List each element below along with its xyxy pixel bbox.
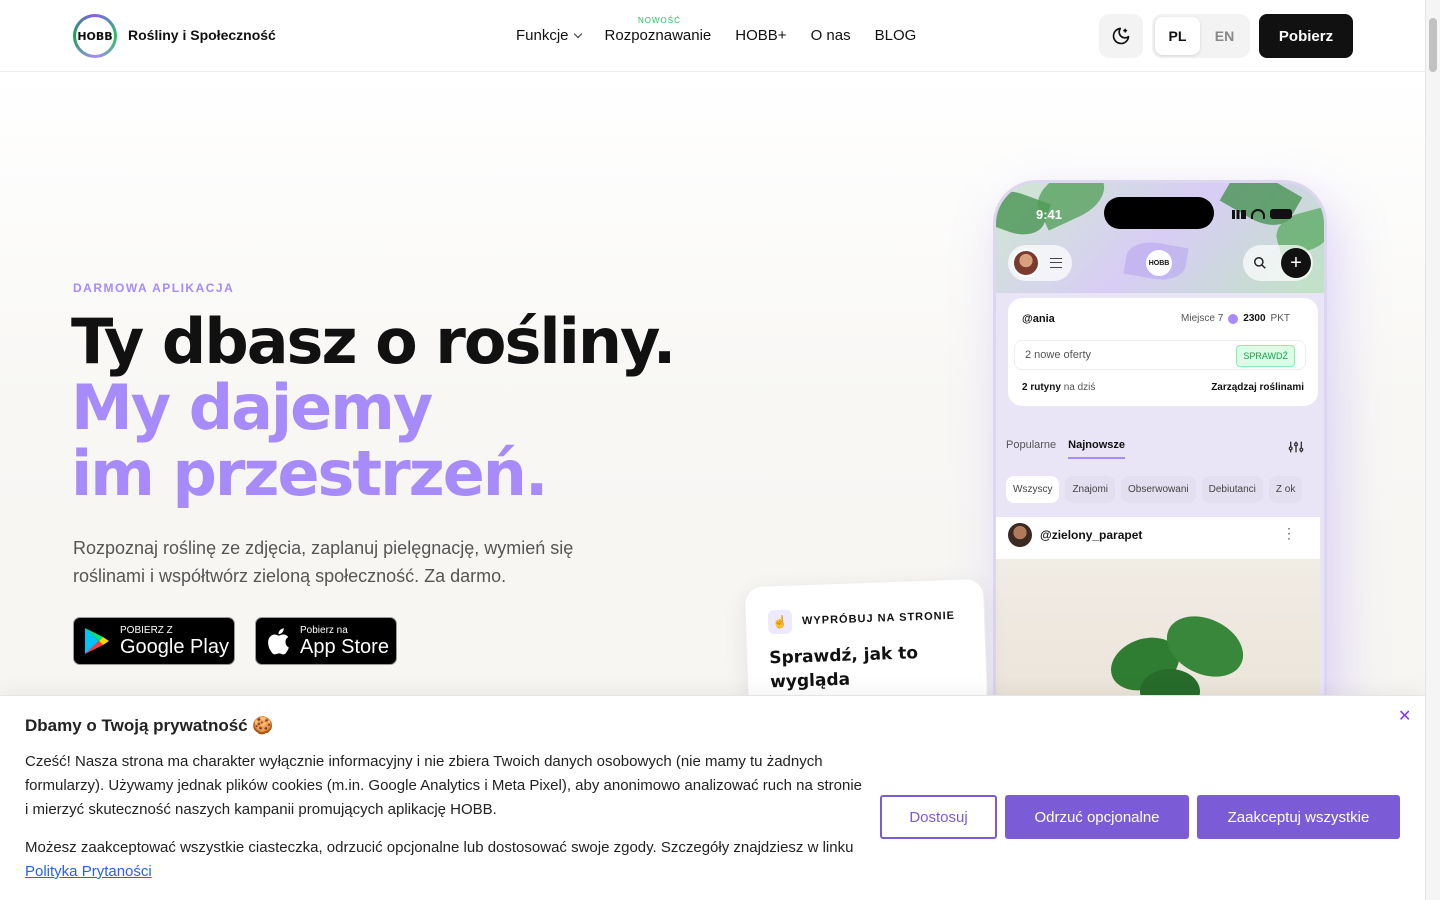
wifi-icon <box>1251 209 1265 219</box>
app-store-small: Pobierz na <box>300 624 348 636</box>
app-topbar: HOBB + <box>1008 245 1313 281</box>
pointer-icon: ☝ <box>767 609 793 635</box>
menu-item-features-label: Funkcje <box>516 27 569 44</box>
chip-newcomers[interactable]: Debiutanci <box>1201 476 1263 503</box>
card-username: @ania <box>1022 313 1055 325</box>
lang-en-button[interactable]: EN <box>1202 17 1247 55</box>
tab-newest[interactable]: Najnowsze <box>1068 439 1126 459</box>
routines-count: 2 rutyny <box>1022 382 1061 393</box>
scrollbar[interactable] <box>1425 0 1440 900</box>
avatar <box>1012 249 1040 277</box>
cookie-banner: Dbamy o Twoją prywatność 🍪 ✕ Cześć! Nasz… <box>0 695 1425 900</box>
hero-lead: Rozpoznaj roślinę ze zdjęcia, zaplanuj p… <box>73 538 574 586</box>
avatar <box>1008 523 1032 547</box>
search-icon[interactable] <box>1253 256 1267 270</box>
more-options-icon[interactable]: ⋮ <box>1282 525 1296 542</box>
google-play-button[interactable]: POBIERZ Z Google Play <box>73 617 235 665</box>
theme-toggle-button[interactable] <box>1099 14 1143 58</box>
app-store-big: App Store <box>300 635 389 658</box>
hero-eyebrow: DARMOWA APLIKACJA <box>73 281 235 295</box>
accept-all-button[interactable]: Zaakceptuj wszystkie <box>1197 795 1400 839</box>
filter-chips: Wszyscy Znajomi Obserwowani Debiutanci Z… <box>1006 476 1303 503</box>
add-button[interactable]: + <box>1281 248 1311 278</box>
points-unit: PKT <box>1270 313 1290 324</box>
reject-optional-button[interactable]: Odrzuć opcjonalne <box>1005 795 1189 839</box>
filter-icon[interactable] <box>1288 439 1304 455</box>
offers-label: 2 nowe oferty <box>1025 349 1092 361</box>
chevron-down-icon <box>573 29 582 39</box>
chip-followed[interactable]: Obserwowani <box>1121 476 1196 503</box>
rank-label: Miejsce 7 <box>1181 313 1224 324</box>
menu-item-blog[interactable]: BLOG <box>875 27 917 44</box>
logo[interactable]: HOBB <box>73 14 117 58</box>
google-play-small: POBIERZ Z <box>120 624 173 636</box>
hero-title-line1: Ty dbasz o rośliny. <box>71 305 676 378</box>
routines-label: 2 rutyny na dziś <box>1022 382 1095 393</box>
phone-mockup: 9:41 HOBB + @ania Miejsce 7 2300 PKT 2 n… <box>993 180 1327 740</box>
navbar: HOBB Rośliny i Społeczność NOWOŚĆ Funkcj… <box>0 0 1425 72</box>
cookie-text-2-body: Możesz zaakceptować wszystkie ciasteczka… <box>25 839 854 856</box>
signal-icon <box>1232 209 1246 219</box>
privacy-policy-link[interactable]: Polityka Prytaności <box>25 863 152 880</box>
post-username[interactable]: @zielony_parapet <box>1040 528 1142 542</box>
feed-tabs: Popularne Najnowsze <box>1006 439 1126 459</box>
hamburger-icon <box>1050 258 1062 268</box>
check-offers-button[interactable]: SPRAWDŹ <box>1236 345 1295 367</box>
try-title: Sprawdź, jak to wygląda <box>768 643 919 693</box>
app-logo: HOBB <box>1144 248 1174 278</box>
battery-icon <box>1270 209 1292 219</box>
customize-button[interactable]: Dostosuj <box>880 795 997 839</box>
logo-text: HOBB <box>76 17 114 55</box>
google-play-icon <box>85 628 109 654</box>
google-play-big: Google Play <box>120 635 229 658</box>
hero-title: Ty dbasz o rośliny. My dajemy im przestr… <box>71 305 676 510</box>
chip-friends[interactable]: Znajomi <box>1065 476 1116 503</box>
user-summary-card: @ania Miejsce 7 2300 PKT 2 nowe oferty S… <box>1008 298 1318 406</box>
hero-title-line2: My dajemy <box>71 371 433 444</box>
new-badge: NOWOŚĆ <box>638 16 681 25</box>
app-store-button[interactable]: Pobierz na App Store <box>255 617 397 665</box>
points-value: 2300 <box>1243 313 1266 324</box>
search-plus-group: + <box>1243 245 1313 281</box>
menu-item-about[interactable]: O nas <box>811 27 851 44</box>
routines-suffix: na dziś <box>1063 382 1096 393</box>
cookie-text-1: Cześć! Nasza strona ma charakter wyłączn… <box>25 753 863 818</box>
chip-all[interactable]: Wszyscy <box>1006 476 1060 503</box>
cookie-title: Dbamy o Twoją prywatność 🍪 <box>25 716 274 735</box>
points-icon <box>1228 313 1239 324</box>
hero-title-line3: im przestrzeń. <box>71 437 548 510</box>
try-label: WYPRÓBUJ NA STRONIE <box>801 609 956 628</box>
rank-points: Miejsce 7 2300 PKT <box>1181 313 1290 324</box>
apple-icon <box>268 628 289 655</box>
offers-row[interactable]: 2 nowe oferty SPRAWDŹ <box>1014 340 1306 370</box>
download-button[interactable]: Pobierz <box>1259 14 1353 58</box>
cookie-text-2: Możesz zaakceptować wszystkie ciasteczka… <box>25 836 865 884</box>
profile-menu-button[interactable] <box>1008 245 1072 281</box>
moon-icon <box>1112 27 1130 45</box>
tab-popular[interactable]: Popularne <box>1006 439 1056 459</box>
status-icons <box>1232 209 1292 219</box>
chip-nearby[interactable]: Z ok <box>1268 476 1303 503</box>
manage-plants-link[interactable]: Zarządzaj roślinami <box>1211 382 1304 393</box>
lang-pl-button[interactable]: PL <box>1155 17 1200 55</box>
menu-item-hobb-plus[interactable]: HOBB+ <box>735 27 786 44</box>
dynamic-island <box>1104 197 1214 229</box>
scrollbar-thumb[interactable] <box>1429 18 1437 72</box>
phone-time: 9:41 <box>1036 207 1063 222</box>
close-icon[interactable]: ✕ <box>1398 706 1411 726</box>
main-menu: Funkcje Rozpoznawanie HOBB+ O nas BLOG <box>516 27 916 44</box>
menu-item-features[interactable]: Funkcje <box>516 27 582 44</box>
menu-item-recognition[interactable]: Rozpoznawanie <box>605 27 712 44</box>
brand-name[interactable]: Rośliny i Społeczność <box>128 27 276 43</box>
language-switcher: PL EN <box>1152 14 1250 58</box>
